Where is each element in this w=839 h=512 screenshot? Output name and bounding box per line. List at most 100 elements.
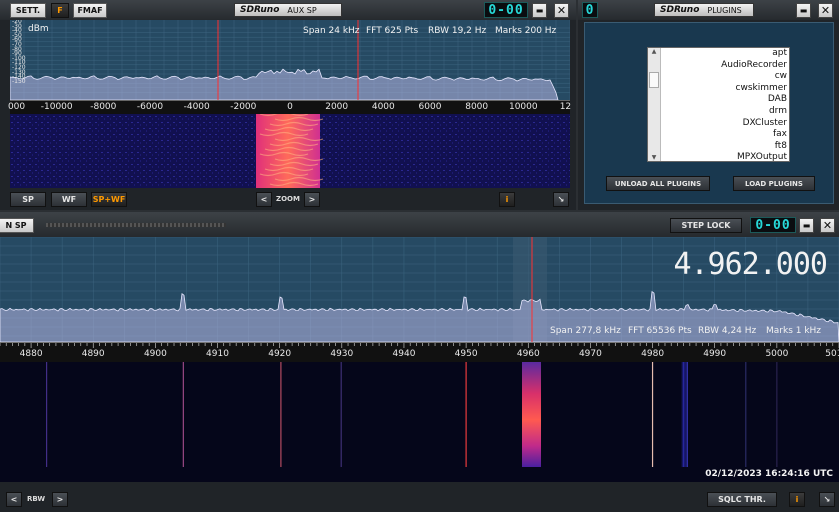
freq-tick-label: 4960	[516, 349, 540, 359]
resize-icon[interactable]: ↘	[553, 192, 569, 207]
plugin-item[interactable]: ft8	[662, 141, 787, 153]
f-button[interactable]: F	[51, 3, 69, 18]
plugins-window-title: PLUGINS	[707, 5, 742, 15]
scroll-thumb[interactable]	[649, 72, 659, 88]
drag-grip[interactable]	[46, 223, 226, 227]
freq-tick-label: 4990	[703, 349, 727, 359]
close-icon[interactable]: ✕	[818, 3, 833, 18]
aux-sp-window: SETT. F FMAF SDRuno AUX SP 0-00 ▬ ✕ -20-…	[0, 0, 576, 210]
main-spectrum[interactable]: 4.962.000 Span 277,8 kHz FFT 65536 Pts R…	[0, 237, 839, 342]
main-frequency-axis[interactable]: 4880 4890 4900 4910 4920 4930 4940 4950 4960 4970…	[0, 342, 839, 362]
plugin-item[interactable]: cwskimmer	[662, 83, 787, 95]
aux-waterfall-plot	[10, 114, 570, 188]
freq-tick-label: -10000	[40, 102, 73, 112]
sp-wf-button[interactable]: SP+WF	[91, 192, 127, 207]
main-channel-display[interactable]: 0-00	[750, 217, 796, 233]
wf-button[interactable]: WF	[51, 192, 87, 207]
load-plugins-button[interactable]: LOAD PLUGINS	[733, 176, 815, 191]
main-waterfall[interactable]: 02/12/2023 16:24:16 UTC	[0, 362, 839, 482]
info-button[interactable]: i	[499, 192, 515, 207]
aux-freq-tick-labels: 000 -10000 -8000 -6000 -4000 -2000 0 2000 4000 60…	[7, 101, 571, 115]
sqlc-threshold-button[interactable]: SQLC THR.	[707, 492, 777, 507]
vfo-signal-band	[522, 362, 541, 467]
minimize-icon[interactable]: ▬	[532, 3, 547, 18]
freq-tick-label: -4000	[183, 102, 210, 112]
main-window-tab[interactable]: N SP	[0, 218, 34, 233]
plugin-item[interactable]: cw	[662, 71, 787, 83]
freq-tick-label: 4930	[330, 349, 354, 359]
close-icon[interactable]: ✕	[554, 3, 569, 18]
freq-tick-label: 4970	[578, 349, 602, 359]
plugin-item[interactable]: MPXOutput	[662, 152, 787, 161]
freq-tick-label: 4880	[19, 349, 43, 359]
resize-icon[interactable]: ↘	[819, 492, 835, 507]
freq-tick-label: 5000	[765, 349, 789, 359]
db-unit-label: dBm	[28, 24, 49, 34]
plugin-list-scrollbar[interactable]: ▲ ▼	[648, 48, 661, 161]
plugin-item[interactable]: DAB	[662, 94, 787, 106]
freq-tick-label: 4900	[143, 349, 167, 359]
main-marks-label: Marks 1 kHz	[766, 326, 822, 336]
close-icon[interactable]: ✕	[820, 218, 835, 233]
zoom-in-button[interactable]: >	[304, 192, 320, 207]
main-bottom-bar: < RBW > SQLC THR. i ↘	[0, 486, 839, 512]
aux-span-label: Span 24 kHz	[303, 26, 360, 36]
freq-tick-label: 4920	[268, 349, 292, 359]
freq-tick-label: 8000	[465, 102, 489, 112]
plugin-list[interactable]: ▲ ▼ apt AudioRecorder cw cwskimmer DAB drm DXC…	[647, 47, 790, 162]
aux-logo: SDRuno AUX SP	[234, 3, 342, 17]
plugin-item[interactable]: apt	[662, 48, 787, 60]
aux-marks-label: Marks 200 Hz	[495, 26, 557, 36]
freq-tick-label: 4950	[454, 349, 478, 359]
main-rbw-label: RBW 4,24 Hz	[698, 326, 757, 336]
plugins-channel-display[interactable]: 0	[582, 2, 598, 18]
aux-channel-display[interactable]: 0-00	[484, 2, 528, 18]
sdruno-brand: SDRuno	[240, 5, 280, 15]
info-button[interactable]: i	[789, 492, 805, 507]
minimize-icon[interactable]: ▬	[796, 3, 811, 18]
minimize-icon[interactable]: ▬	[799, 218, 814, 233]
vfo-frequency-display[interactable]: 4.962.000	[673, 247, 828, 282]
rbw-increase-button[interactable]: >	[52, 492, 68, 507]
aux-frequency-axis[interactable]: 000 -10000 -8000 -6000 -4000 -2000 0 2000 4000 60…	[7, 100, 571, 115]
scroll-down-icon[interactable]: ▼	[648, 154, 660, 161]
freq-tick-label: -2000	[230, 102, 257, 112]
step-lock-button[interactable]: STEP LOCK	[670, 218, 742, 233]
fmaf-button[interactable]: FMAF	[73, 3, 107, 18]
plugin-item[interactable]: fax	[662, 129, 787, 141]
freq-tick-label: -8000	[90, 102, 117, 112]
carrier-band	[681, 362, 688, 467]
freq-tick-label: 6000	[418, 102, 442, 112]
plugin-item[interactable]: drm	[662, 106, 787, 118]
aux-waterfall[interactable]	[10, 114, 570, 188]
main-titlebar[interactable]: N SP STEP LOCK 0-00 ▬ ✕	[0, 212, 839, 237]
zoom-out-button[interactable]: <	[256, 192, 272, 207]
scroll-up-icon[interactable]: ▲	[648, 48, 660, 55]
sdruno-desktop: SETT. F FMAF SDRuno AUX SP 0-00 ▬ ✕ -20-…	[0, 0, 839, 512]
main-sp-window: N SP STEP LOCK 0-00 ▬ ✕ 4.962.000 Span 2…	[0, 212, 839, 512]
freq-tick-label: 4940	[392, 349, 416, 359]
zoom-label: ZOOM	[276, 195, 300, 203]
sp-button[interactable]: SP	[10, 192, 46, 207]
aux-window-title: AUX SP	[287, 5, 317, 15]
freq-tick-label: 000	[7, 102, 26, 112]
unload-all-plugins-button[interactable]: UNLOAD ALL PLUGINS	[606, 176, 710, 191]
aux-rbw-label: RBW 19,2 Hz	[428, 26, 487, 36]
freq-tick-label: 4980	[641, 349, 665, 359]
aux-titlebar[interactable]: SETT. F FMAF SDRuno AUX SP 0-00 ▬ ✕	[0, 0, 576, 20]
plugins-window: 0 SDRuno PLUGINS ▬ ✕ ▲ ▼ apt AudioRecorde…	[578, 0, 839, 210]
plugins-titlebar[interactable]: 0 SDRuno PLUGINS ▬ ✕	[578, 0, 839, 20]
main-freq-tick-labels: 4880 4890 4900 4910 4920 4930 4940 4950 4960 4970…	[0, 343, 839, 363]
plugin-item[interactable]: AudioRecorder	[662, 60, 787, 72]
freq-tick-label: -6000	[136, 102, 164, 112]
settings-button[interactable]: SETT.	[10, 3, 46, 18]
aux-spectrum[interactable]: -20 -30 -40 -50 -60 -70 -80 -90 -100 -110 -120 -130…	[10, 20, 570, 100]
freq-tick-label: 2000	[325, 102, 349, 112]
plugin-item[interactable]: DXCluster	[662, 118, 787, 130]
sdruno-brand: SDRuno	[660, 5, 700, 15]
main-fft-label: FFT 65536 Pts	[628, 326, 692, 336]
freq-tick-label: 4910	[206, 349, 229, 359]
aux-fft-label: FFT 625 Pts	[366, 26, 419, 36]
timestamp-label: 02/12/2023 16:24:16 UTC	[705, 469, 833, 479]
rbw-decrease-button[interactable]: <	[6, 492, 22, 507]
